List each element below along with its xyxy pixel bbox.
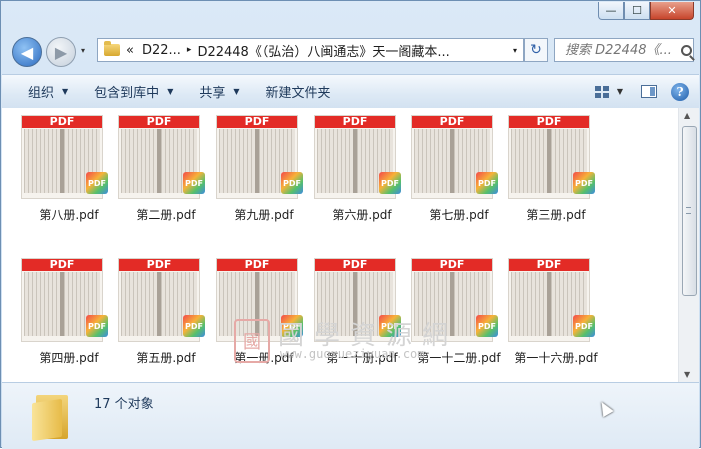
close-button[interactable]: ✕ xyxy=(650,2,694,20)
pdf-app-icon: PDF xyxy=(573,315,595,337)
pdf-app-icon: PDF xyxy=(476,315,498,337)
file-name: 第七册.pdf xyxy=(429,208,489,222)
file-item[interactable]: PDF PDF 第五册.pdf xyxy=(117,251,215,371)
file-name: 第六册.pdf xyxy=(332,208,392,222)
file-item[interactable]: PDF PDF 第八册.pdf xyxy=(20,108,118,228)
address-dropdown-icon[interactable]: ▾ xyxy=(513,46,517,55)
pdf-app-icon: PDF xyxy=(183,172,205,194)
pdf-app-icon: PDF xyxy=(281,172,303,194)
address-bar[interactable]: « D22... ▸ D22448《（弘治）八闽通志》天一阁藏本... ▾ xyxy=(97,38,524,62)
file-item[interactable]: PDF PDF 第二册.pdf xyxy=(117,108,215,228)
scrollbar-thumb[interactable] xyxy=(682,126,697,296)
caret-down-icon: ▼ xyxy=(167,87,174,96)
file-item[interactable]: PDF PDF 第六册.pdf xyxy=(313,108,411,228)
file-item[interactable]: PDF PDF 第四册.pdf xyxy=(20,251,118,371)
maximize-button[interactable]: ☐ xyxy=(624,2,650,20)
file-name: 第一十六册.pdf xyxy=(514,351,598,365)
help-icon[interactable]: ? xyxy=(671,82,689,101)
pdf-banner: PDF xyxy=(315,259,395,271)
file-item[interactable]: PDF PDF 第七册.pdf xyxy=(410,108,508,228)
vertical-scrollbar[interactable]: ▲ ▼ xyxy=(678,108,699,382)
breadcrumb-item-root[interactable]: D22... xyxy=(142,43,181,58)
pdf-app-icon: PDF xyxy=(573,172,595,194)
organize-label: 组织 xyxy=(28,86,55,101)
pdf-banner: PDF xyxy=(412,116,492,128)
scroll-up-icon[interactable]: ▲ xyxy=(684,111,690,120)
file-name: 第五册.pdf xyxy=(136,351,196,365)
file-name: 第四册.pdf xyxy=(39,351,99,365)
pdf-banner: PDF xyxy=(22,259,102,271)
include-in-library-label: 包含到库中 xyxy=(94,86,160,101)
file-name: 第三册.pdf xyxy=(526,208,586,222)
pdf-banner: PDF xyxy=(217,259,297,271)
pdf-banner: PDF xyxy=(119,116,199,128)
watermark-url: www.guoxueziyuan.com xyxy=(280,347,425,361)
caret-down-icon: ▼ xyxy=(233,87,240,96)
forward-button[interactable]: ▶ xyxy=(46,37,76,67)
navigation-bar: ◀ ▶ ▾ « D22... ▸ D22448《（弘治）八闽通志》天一阁藏本..… xyxy=(1,35,701,69)
pdf-banner: PDF xyxy=(22,116,102,128)
file-item[interactable]: PDF PDF 第九册.pdf xyxy=(215,108,313,228)
preview-pane-icon[interactable] xyxy=(641,85,657,98)
refresh-icon: ↻ xyxy=(530,42,542,58)
pdf-app-icon: PDF xyxy=(183,315,205,337)
watermark: 國 國學資源網 www.guoxueziyuan.com xyxy=(234,319,474,363)
pdf-banner: PDF xyxy=(119,259,199,271)
explorer-window: — ☐ ✕ ◀ ▶ ▾ « D22... ▸ D22448《（弘治）八闽通志》天… xyxy=(0,0,701,449)
share-menu[interactable]: 共享 ▼ xyxy=(199,82,239,101)
scroll-down-icon[interactable]: ▼ xyxy=(684,370,690,379)
folder-large-icon xyxy=(32,391,72,442)
share-label: 共享 xyxy=(199,86,226,101)
file-list[interactable]: PDF PDF 第八册.pdf PDF PDF 第二册.pdf PDF PDF 第九册.pdf P… xyxy=(2,108,678,382)
command-bar-right: ▼ ? xyxy=(594,75,699,108)
pdf-app-icon: PDF xyxy=(86,172,108,194)
pdf-banner: PDF xyxy=(509,259,589,271)
window-controls: — ☐ ✕ xyxy=(598,2,694,20)
organize-menu[interactable]: 组织 ▼ xyxy=(28,82,68,101)
pdf-app-icon: PDF xyxy=(86,315,108,337)
new-folder-button[interactable]: 新建文件夹 xyxy=(266,82,331,101)
watermark-seal: 國 xyxy=(234,319,270,363)
pdf-app-icon: PDF xyxy=(379,172,401,194)
new-folder-label: 新建文件夹 xyxy=(265,86,331,101)
caret-down-icon: ▼ xyxy=(62,87,69,96)
history-dropdown-icon[interactable]: ▾ xyxy=(81,46,85,55)
refresh-button[interactable]: ↻ xyxy=(524,38,548,62)
command-bar: 组织 ▼ 包含到库中 ▼ 共享 ▼ 新建文件夹 ▼ ? xyxy=(2,74,699,109)
details-pane: 17 个对象 xyxy=(2,382,699,449)
forward-arrow-icon: ▶ xyxy=(54,42,68,62)
pdf-banner: PDF xyxy=(412,259,492,271)
file-item[interactable]: PDF PDF 第一十六册.pdf xyxy=(507,251,605,371)
minimize-button[interactable]: — xyxy=(598,2,624,20)
include-in-library-menu[interactable]: 包含到库中 ▼ xyxy=(94,82,173,101)
file-item[interactable]: PDF PDF 第三册.pdf xyxy=(507,108,605,228)
breadcrumb-item-current[interactable]: D22448《（弘治）八闽通志》天一阁藏本... xyxy=(197,41,449,60)
pdf-banner: PDF xyxy=(315,116,395,128)
breadcrumb-overflow[interactable]: « xyxy=(126,43,134,58)
file-name: 第八册.pdf xyxy=(39,208,99,222)
pdf-app-icon: PDF xyxy=(476,172,498,194)
search-box[interactable] xyxy=(554,38,694,62)
breadcrumb-separator-icon[interactable]: ▸ xyxy=(187,45,192,55)
file-name: 第九册.pdf xyxy=(234,208,294,222)
pdf-banner: PDF xyxy=(217,116,297,128)
folder-icon xyxy=(104,41,120,56)
search-icon[interactable] xyxy=(681,44,692,56)
status-item-count: 17 个对象 xyxy=(94,397,154,412)
views-dropdown-icon[interactable]: ▼ xyxy=(617,87,623,96)
file-name: 第二册.pdf xyxy=(136,208,196,222)
back-button[interactable]: ◀ xyxy=(12,37,42,67)
pdf-banner: PDF xyxy=(509,116,589,128)
search-input[interactable] xyxy=(563,41,679,59)
back-arrow-icon: ◀ xyxy=(20,42,34,62)
change-view-icon[interactable] xyxy=(594,85,609,98)
